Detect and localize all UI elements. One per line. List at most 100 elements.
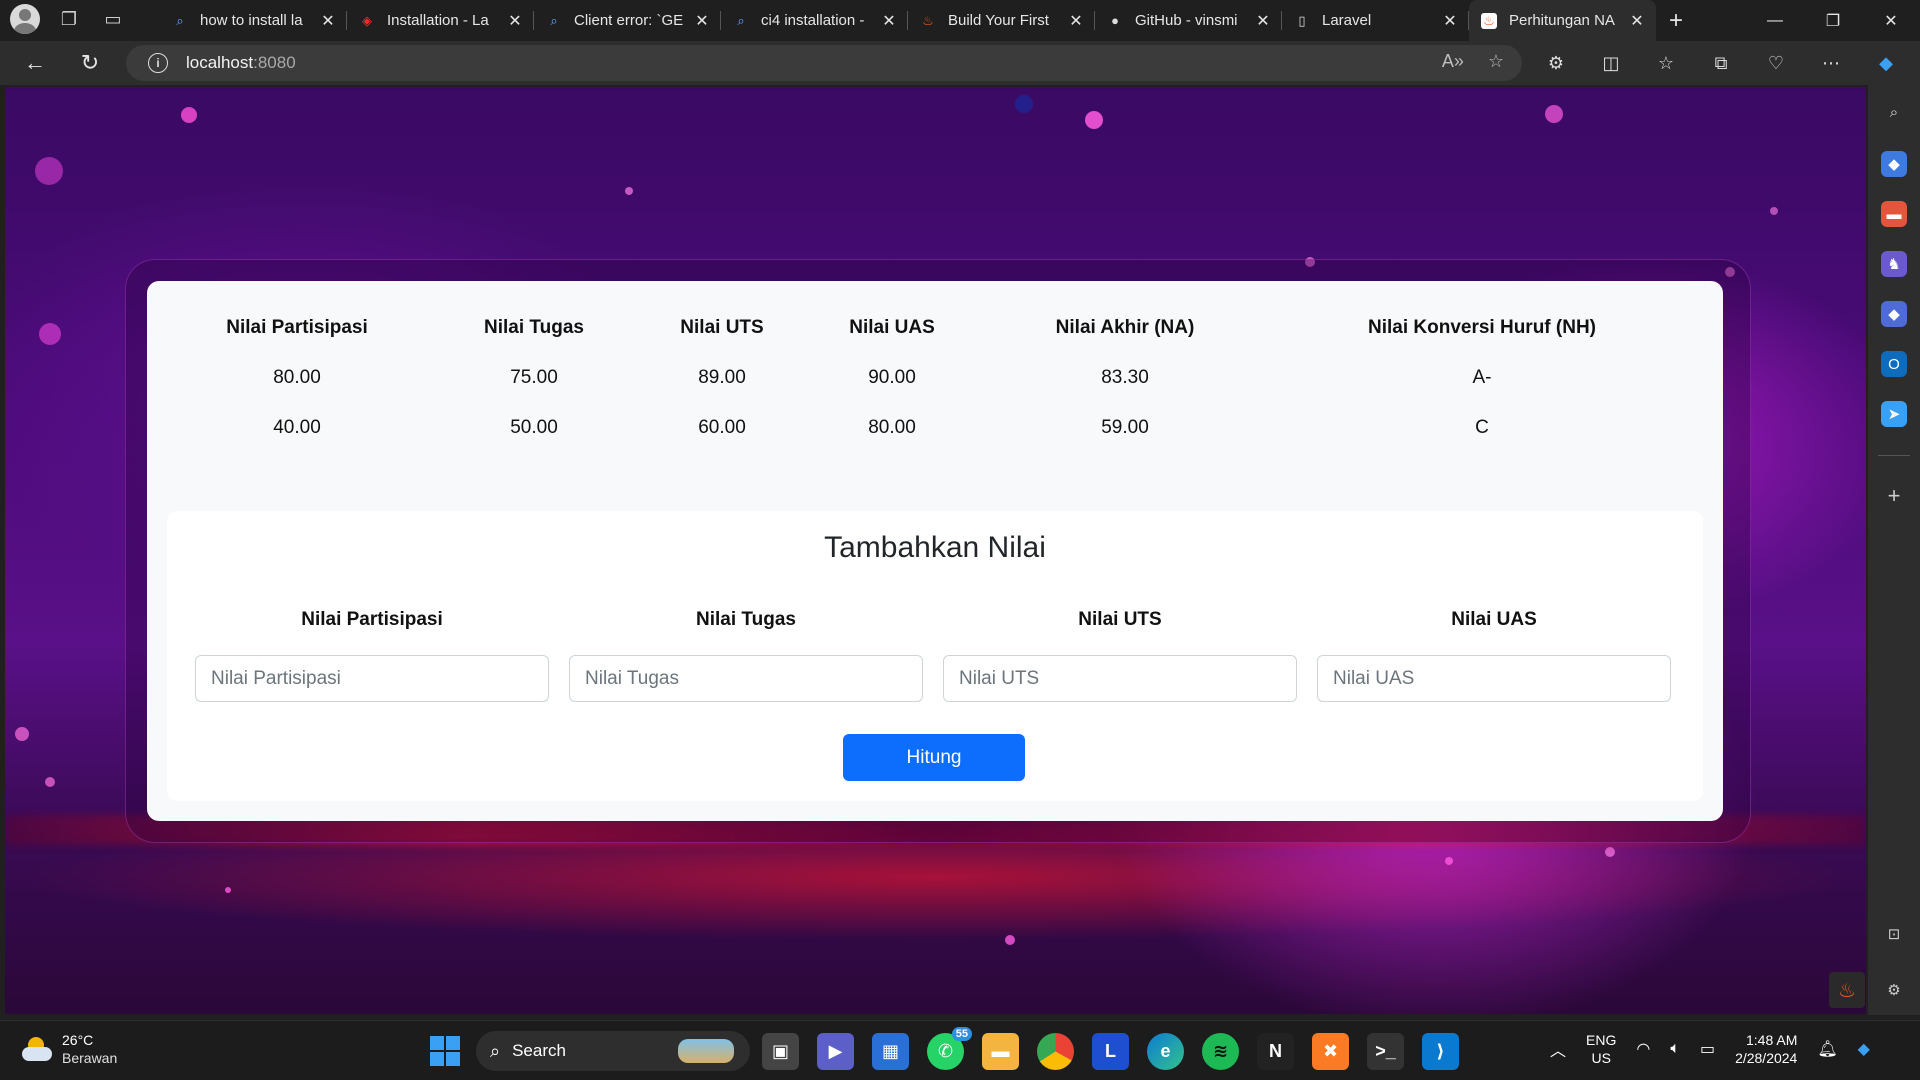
lightshot-l-icon[interactable]: L [1092, 1033, 1129, 1070]
field-partisipasi: Nilai Partisipasi [195, 609, 549, 702]
close-tab-icon[interactable]: ✕ [693, 11, 711, 31]
notification-bell-icon[interactable]: 🔔︎ [1817, 1039, 1837, 1059]
close-tab-icon[interactable]: ✕ [880, 11, 898, 31]
language-indicator[interactable]: ENG US [1586, 1031, 1616, 1067]
browser-tab-active[interactable]: ♨ Perhitungan NA ✕ [1469, 0, 1656, 41]
close-tab-icon[interactable]: ✕ [1067, 11, 1085, 31]
vscode-icon[interactable]: ⟩ [1422, 1033, 1459, 1070]
search-icon: ⌕ [550, 12, 558, 28]
sidebar-hide-icon[interactable]: ⊡ [1881, 921, 1907, 947]
label-tugas: Nilai Tugas [696, 609, 796, 630]
grades-table: Nilai Partisipasi Nilai Tugas Nilai UTS … [169, 303, 1697, 453]
sidebar-add-icon[interactable]: + [1881, 483, 1907, 509]
sidebar-outlook-icon[interactable]: O [1881, 351, 1907, 377]
header-nilai-partisipasi: Nilai Partisipasi [226, 317, 368, 338]
show-hidden-icons-icon[interactable]: ︿ [1550, 1037, 1566, 1061]
more-menu-icon[interactable]: ⋯ [1815, 47, 1847, 79]
cell-nilai-huruf: A- [1472, 367, 1492, 388]
browser-tab[interactable]: ⌕ how to install la ✕ [160, 0, 347, 41]
copilot-icon[interactable]: ◆ [1870, 47, 1902, 79]
bokeh-dot [225, 887, 231, 893]
refresh-icon[interactable]: ↻ [75, 48, 105, 78]
sidebar-settings-icon[interactable]: ⚙ [1881, 977, 1907, 1003]
restore-icon[interactable]: ❐ [1804, 0, 1862, 41]
volume-icon[interactable]: 🔈︎ [1670, 1040, 1680, 1058]
site-info-icon[interactable]: i [148, 53, 168, 73]
chrome-icon[interactable] [1037, 1033, 1074, 1070]
input-uts[interactable] [943, 655, 1297, 702]
xampp-icon[interactable]: ✖ [1312, 1033, 1349, 1070]
workspaces-icon[interactable]: ❐ [54, 4, 84, 34]
file-explorer-icon[interactable]: ▬ [982, 1033, 1019, 1070]
split-screen-icon[interactable]: ◫ [1595, 47, 1627, 79]
main-card: Nilai Partisipasi Nilai Tugas Nilai UTS … [147, 281, 1723, 821]
bokeh-dot [1770, 207, 1778, 215]
address-bar[interactable]: i localhost:8080 A» ☆ [126, 45, 1522, 81]
profile-avatar-icon[interactable] [10, 4, 40, 34]
browser-tab[interactable]: ⌕ ci4 installation - ✕ [721, 0, 908, 41]
favorites-icon[interactable]: ☆ [1650, 47, 1682, 79]
browser-tab[interactable]: ♨ Build Your First ✕ [908, 0, 1095, 41]
wifi-icon[interactable]: ◠ [1636, 1039, 1650, 1059]
close-tab-icon[interactable]: ✕ [319, 11, 337, 31]
task-view-icon[interactable]: ▣ [762, 1033, 799, 1070]
codeigniter-debug-toolbar-icon[interactable]: ♨ [1829, 972, 1865, 1008]
sidebar-copilot-icon[interactable]: ◆ [1881, 301, 1907, 327]
new-tab-button[interactable]: + [1656, 0, 1696, 41]
sidebar-games-icon[interactable]: ♞ [1881, 251, 1907, 277]
browser-essentials-icon[interactable]: ♡ [1760, 47, 1792, 79]
sidebar-search-icon[interactable]: ⌕ [1881, 99, 1907, 125]
extensions-icon[interactable]: ⚙ [1540, 47, 1572, 79]
browser-tab[interactable]: ▯ Laravel ✕ [1282, 0, 1469, 41]
windows-start-icon[interactable] [430, 1036, 460, 1066]
laravel-icon: ◈ [362, 12, 372, 28]
minimize-icon[interactable]: — [1746, 0, 1804, 41]
close-window-icon[interactable]: ✕ [1862, 0, 1920, 41]
favorite-star-icon[interactable]: ☆ [1488, 51, 1504, 72]
browser-tab[interactable]: ⌕ Client error: `GE ✕ [534, 0, 721, 41]
browser-tab[interactable]: ● GitHub - vinsmi ✕ [1095, 0, 1282, 41]
close-tab-icon[interactable]: ✕ [1441, 11, 1459, 31]
meet-icon[interactable]: ▶ [817, 1033, 854, 1070]
battery-icon[interactable]: ▭ [1700, 1039, 1715, 1059]
whatsapp-icon[interactable]: ✆ 55 [927, 1027, 972, 1070]
store-icon[interactable]: ▦ [872, 1033, 909, 1070]
sidebar-send-icon[interactable]: ➤ [1881, 401, 1907, 427]
collections-icon[interactable]: ⧉ [1705, 47, 1737, 79]
clock[interactable]: 1:48 AM 2/28/2024 [1735, 1031, 1797, 1067]
table-row: 40.00 50.00 60.00 80.00 59.00 C [169, 403, 1697, 453]
browser-tab[interactable]: ◈ Installation - La ✕ [347, 0, 534, 41]
cell-uts: 89.00 [698, 367, 746, 388]
close-tab-icon[interactable]: ✕ [1628, 11, 1646, 31]
sidebar-shopping-icon[interactable]: ◆ [1881, 151, 1907, 177]
url-text[interactable]: localhost:8080 [186, 53, 296, 73]
bokeh-dot [1085, 111, 1103, 129]
terminal-icon[interactable]: >_ [1367, 1033, 1404, 1070]
bokeh-dot [15, 727, 29, 741]
cell-nilai-huruf: C [1475, 417, 1489, 438]
copilot-taskbar-icon[interactable]: ◆ [1858, 1039, 1870, 1059]
weather-widget[interactable]: 26°C Berawan [20, 1031, 117, 1067]
input-partisipasi[interactable] [195, 655, 549, 702]
input-uas[interactable] [1317, 655, 1671, 702]
bokeh-dot [1445, 857, 1453, 865]
spotify-icon[interactable]: ≋ [1202, 1033, 1239, 1070]
edge-icon[interactable]: e [1147, 1033, 1184, 1070]
hitung-button[interactable]: Hitung [843, 734, 1025, 781]
label-partisipasi: Nilai Partisipasi [301, 609, 443, 630]
taskbar-search[interactable]: ⌕ Search [476, 1031, 750, 1071]
read-aloud-icon[interactable]: A» [1442, 51, 1464, 72]
input-tugas[interactable] [569, 655, 923, 702]
header-nilai-tugas: Nilai Tugas [484, 317, 584, 338]
notion-like-icon[interactable]: N [1257, 1033, 1294, 1070]
field-tugas: Nilai Tugas [569, 609, 923, 702]
table-row: 80.00 75.00 89.00 90.00 83.30 A- [169, 353, 1697, 403]
browser-tab-strip: ❐ ▭ ⌕ how to install la ✕ ◈ Installation… [0, 0, 1920, 41]
cell-tugas: 75.00 [510, 367, 558, 388]
header-nilai-akhir: Nilai Akhir (NA) [1055, 317, 1195, 338]
close-tab-icon[interactable]: ✕ [506, 11, 524, 31]
sidebar-tools-icon[interactable]: ▬ [1881, 201, 1907, 227]
back-icon[interactable]: ← [20, 48, 50, 78]
tab-actions-icon[interactable]: ▭ [98, 4, 128, 34]
close-tab-icon[interactable]: ✕ [1254, 11, 1272, 31]
